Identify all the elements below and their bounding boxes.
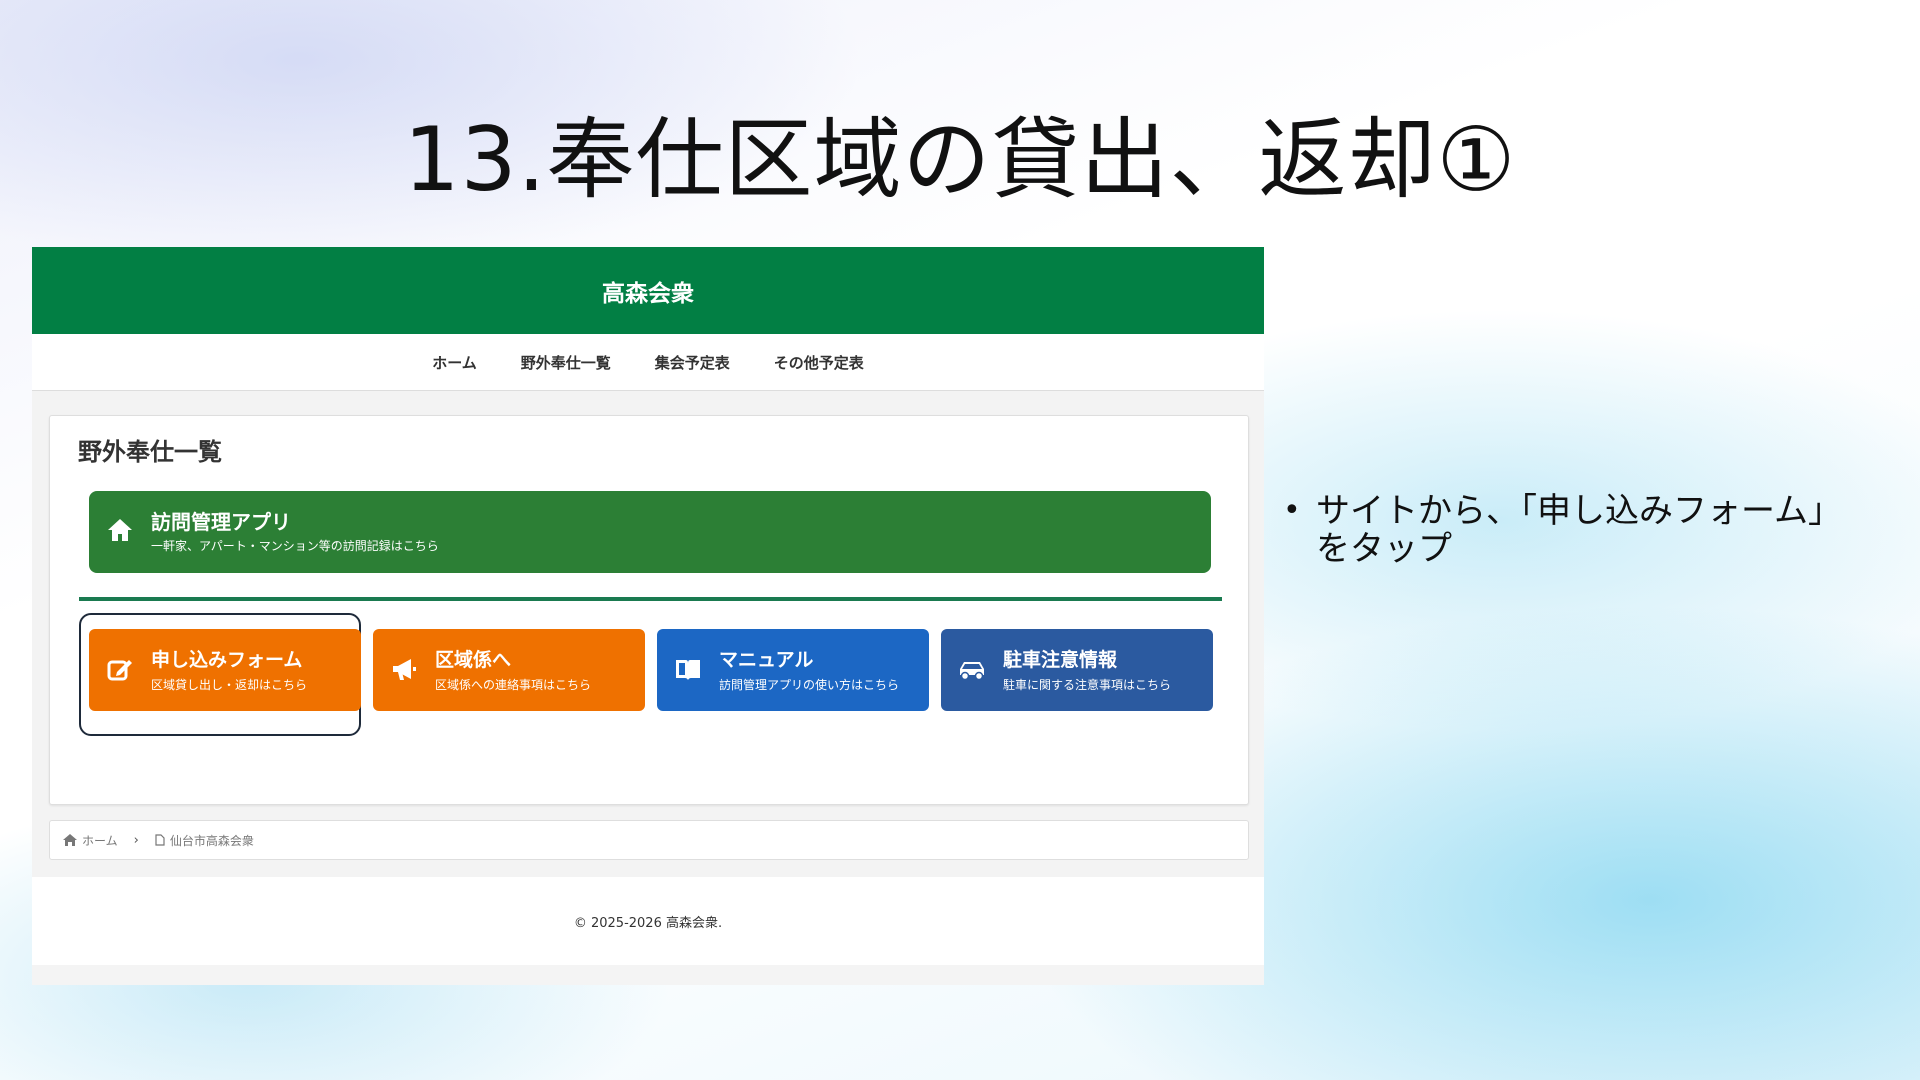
copyright: © 2025-2026 高森会衆.: [573, 916, 723, 931]
file-icon: [155, 834, 165, 846]
site-name: 高森会衆: [602, 280, 694, 307]
home-icon: [108, 519, 132, 541]
book-icon: [676, 660, 700, 680]
bullet-text: サイトから、「申し込みフォーム」をタップ: [1316, 491, 1842, 569]
breadcrumb-current: 仙台市高森会衆: [155, 832, 254, 849]
nav-item-home[interactable]: ホーム: [432, 352, 477, 373]
visit-app-subtitle: 一軒家、アパート・マンション等の訪問記録はこちら: [151, 539, 439, 553]
parking-info-title: 駐車注意情報: [1003, 649, 1118, 671]
breadcrumb-current-label: 仙台市高森会衆: [169, 833, 254, 848]
manual-button[interactable]: マニュアル 訪問管理アプリの使い方はこちら: [657, 629, 929, 711]
parking-info-button[interactable]: 駐車注意情報 駐車に関する注意事項はこちら: [941, 629, 1213, 711]
nav-item-meeting-schedule[interactable]: 集会予定表: [655, 352, 730, 373]
manual-title: マニュアル: [719, 649, 814, 671]
slide-title: 13.奉仕区域の貸出、返却①: [403, 108, 1517, 211]
edit-icon: [107, 660, 132, 681]
breadcrumb-home[interactable]: ホーム: [63, 832, 118, 849]
parking-info-subtitle: 駐車に関する注意事項はこちら: [1003, 678, 1172, 692]
nav-item-field-service[interactable]: 野外奉仕一覧: [521, 352, 611, 373]
car-icon: [960, 662, 984, 681]
application-form-button[interactable]: 申し込みフォーム 区域貸し出し・返却はこちら: [89, 629, 361, 711]
page-title: 野外奉仕一覧: [78, 438, 222, 466]
application-form-title: 申し込みフォーム: [151, 649, 303, 671]
megaphone-icon: [393, 659, 416, 680]
website-screenshot: 高森会衆 ホーム 野外奉仕一覧 集会予定表 その他予定表 野外奉仕一覧 訪問管理…: [32, 247, 1264, 985]
footer-strip: [32, 965, 1264, 985]
territory-servant-title: 区域係へ: [435, 649, 512, 671]
visit-app-button[interactable]: 訪問管理アプリ 一軒家、アパート・マンション等の訪問記録はこちら: [89, 491, 1211, 573]
bullet-dot: •: [1283, 493, 1301, 528]
chevron-right-icon: ›: [133, 832, 139, 848]
bullet-item: • サイトから、「申し込みフォーム」をタップ: [1283, 492, 1843, 568]
site-footer: © 2025-2026 高森会衆.: [32, 877, 1264, 985]
territory-servant-button[interactable]: 区域係へ 区域係への連絡事項はこちら: [373, 629, 645, 711]
manual-subtitle: 訪問管理アプリの使い方はこちら: [719, 678, 900, 692]
breadcrumb: ホーム › 仙台市高森会衆: [49, 820, 1249, 860]
divider: [79, 597, 1222, 601]
visit-app-title: 訪問管理アプリ: [151, 510, 291, 534]
nav-item-other-schedule[interactable]: その他予定表: [774, 352, 864, 373]
site-nav: ホーム 野外奉仕一覧 集会予定表 その他予定表: [32, 334, 1264, 391]
territory-servant-subtitle: 区域係への連絡事項はこちら: [435, 678, 592, 692]
breadcrumb-home-label: ホーム: [82, 833, 118, 848]
content-card: 野外奉仕一覧 訪問管理アプリ 一軒家、アパート・マンション等の訪問記録はこちら …: [49, 415, 1249, 805]
application-form-subtitle: 区域貸し出し・返却はこちら: [151, 678, 308, 692]
home-icon: [63, 834, 77, 846]
site-header: 高森会衆: [32, 247, 1264, 334]
